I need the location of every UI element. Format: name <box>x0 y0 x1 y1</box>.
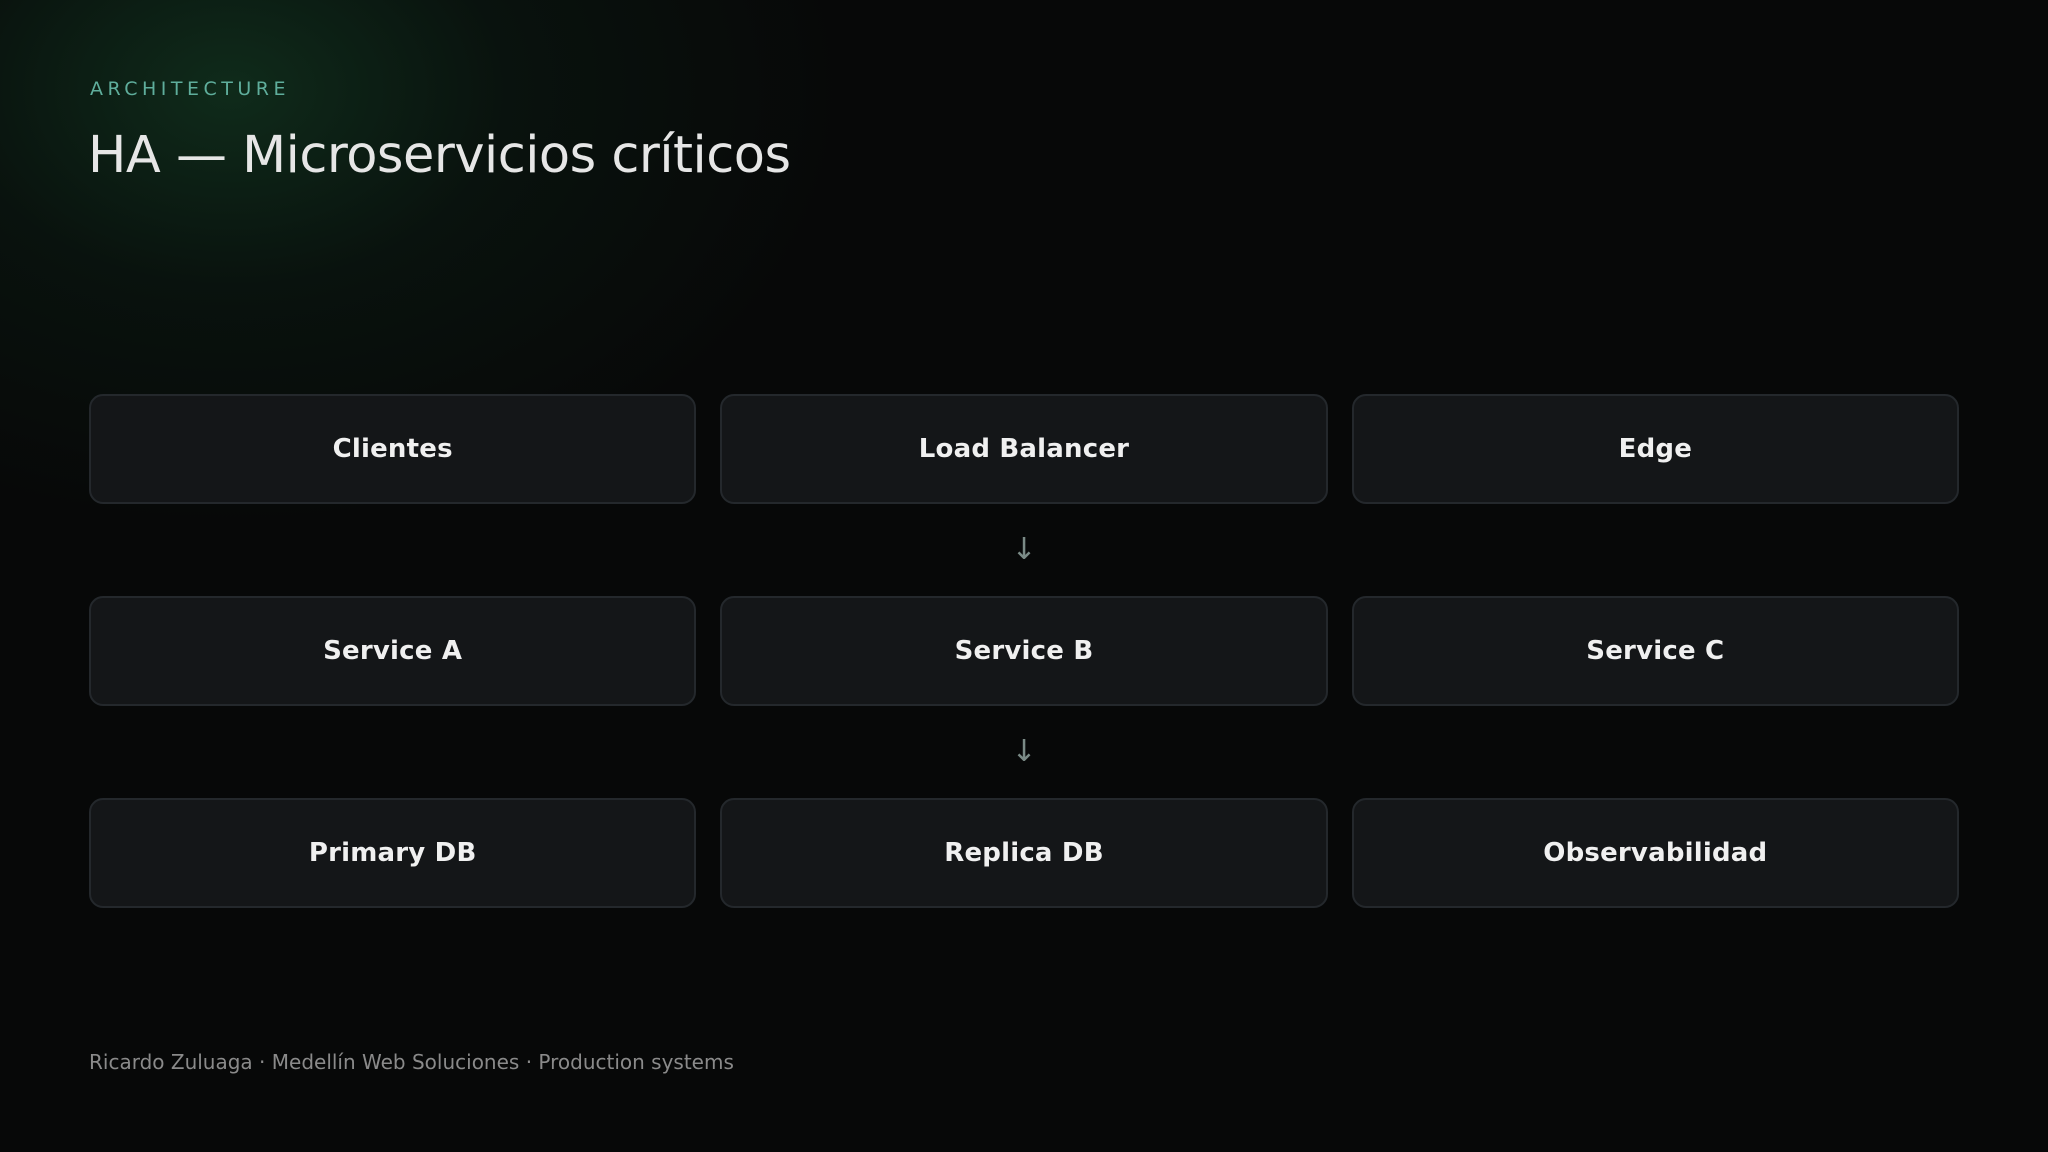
architecture-diagram: Clientes Load Balancer Edge ↓ Service A … <box>89 394 1959 908</box>
diagram-row-edge: Clientes Load Balancer Edge <box>89 394 1959 504</box>
node-service-b: Service B <box>720 596 1328 706</box>
diagram-row-data: Primary DB Replica DB Observabilidad <box>89 798 1959 908</box>
node-edge: Edge <box>1351 394 1959 504</box>
node-clientes: Clientes <box>89 394 697 504</box>
node-primary-db: Primary DB <box>89 798 697 908</box>
node-service-c: Service C <box>1351 596 1959 706</box>
node-replica-db: Replica DB <box>720 798 1328 908</box>
node-service-a: Service A <box>89 596 697 706</box>
node-load-balancer: Load Balancer <box>720 394 1328 504</box>
arrow-down-icon: ↓ <box>1011 532 1037 567</box>
arrow-down-icon: ↓ <box>1011 734 1037 769</box>
diagram-row-services: Service A Service B Service C <box>89 596 1959 706</box>
connector-lb-to-services: ↓ <box>89 504 1959 596</box>
connector-services-to-data: ↓ <box>89 706 1959 798</box>
node-observabilidad: Observabilidad <box>1351 798 1959 908</box>
footer-credits: Ricardo Zuluaga · Medellín Web Solucione… <box>89 1050 734 1074</box>
section-eyebrow: ARCHITECTURE <box>90 78 291 100</box>
page-title: HA — Microservicios críticos <box>88 126 791 185</box>
